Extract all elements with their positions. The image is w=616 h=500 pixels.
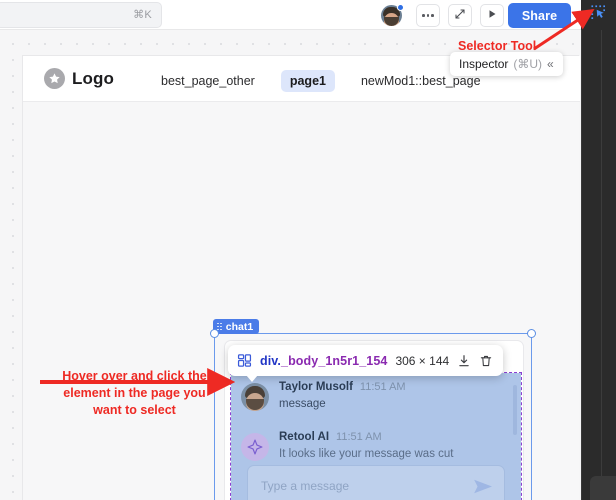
resize-handle-top-right[interactable] <box>527 329 536 338</box>
star-icon <box>44 68 65 89</box>
inspector-selector-class: _body_1n5r1_154 <box>281 353 388 368</box>
message-text: message <box>279 398 326 410</box>
nav-item-best-page-other[interactable]: best_page_other <box>155 70 261 92</box>
inspector-selector-tag: div. <box>260 353 282 368</box>
expand-arrows-icon <box>454 7 466 25</box>
presence-dot-icon <box>397 4 404 11</box>
top-toolbar: ⌘K Share <box>0 0 616 30</box>
inspector-popover[interactable]: div._body_1n5r1_154 306 × 144 <box>228 345 504 382</box>
chat-scrollbar[interactable] <box>513 385 517 435</box>
message-time: 11:51 AM <box>336 431 382 443</box>
tooltip-shortcut: (⌘U) <box>513 57 543 71</box>
inspector-dimensions: 306 × 144 <box>395 353 450 368</box>
more-options-button[interactable] <box>416 4 440 27</box>
chat-message-2: Retool AI 11:51 AM It looks like your me… <box>241 431 454 461</box>
avatar <box>241 383 269 411</box>
trash-icon[interactable] <box>479 354 493 368</box>
app-page: Logo best_page_other page1 newMod1::best… <box>22 55 580 500</box>
send-arrow-icon[interactable] <box>473 478 494 500</box>
app-root: Logo best_page_other page1 newMod1::best… <box>0 0 616 500</box>
message-time: 11:51 AM <box>359 381 406 393</box>
message-text: It looks like your message was cut <box>279 448 454 460</box>
share-button[interactable]: Share <box>508 3 571 28</box>
chevron-collapse-icon[interactable]: « <box>547 57 554 71</box>
drag-handle-icon[interactable] <box>217 322 222 331</box>
play-icon <box>486 7 498 25</box>
rail-bottom-chip[interactable] <box>590 476 616 500</box>
chat-input-placeholder: Type a message <box>261 479 350 493</box>
widget-tag[interactable]: chat1 <box>213 319 260 334</box>
tooltip-title: Inspector <box>459 57 509 71</box>
chat-message-input[interactable]: Type a message <box>247 465 505 500</box>
search-input[interactable]: ⌘K <box>0 2 162 28</box>
annotation-hover-instruction: Hover over and click the element in the … <box>62 369 207 417</box>
resize-handle-top-left[interactable] <box>210 329 219 338</box>
right-panel-rail <box>581 30 616 500</box>
select-parent-icon[interactable] <box>457 354 471 368</box>
inspector-selector: div._body_1n5r1_154 <box>260 354 387 368</box>
message-author: Taylor Musolf <box>279 381 353 393</box>
logo-text: Logo <box>72 68 114 88</box>
chat-message-1: Taylor Musolf 11:51 AM message <box>241 381 406 411</box>
ellipsis-icon <box>422 14 434 17</box>
inspector-tooltip[interactable]: Inspector (⌘U) « <box>450 52 563 76</box>
preview-run-button[interactable] <box>480 4 504 27</box>
selector-tool-button[interactable] <box>581 0 616 30</box>
page-nav: best_page_other page1 newMod1::best_page <box>155 70 487 92</box>
message-author: Retool AI <box>279 431 330 443</box>
chat-body-highlight[interactable]: Taylor Musolf 11:51 AM message Retool AI… <box>230 372 522 500</box>
popover-caret <box>246 375 258 382</box>
search-shortcut-hint: ⌘K <box>133 9 152 21</box>
expand-button[interactable] <box>448 4 472 27</box>
rail-divider <box>601 30 602 500</box>
annotation-selector-tool: Selector Tool <box>458 39 537 53</box>
selector-tool-icon <box>590 4 607 26</box>
widget-tag-label: chat1 <box>225 320 254 333</box>
ai-sparkle-icon <box>241 433 269 461</box>
editor-canvas[interactable]: Logo best_page_other page1 newMod1::best… <box>0 30 581 500</box>
logo[interactable]: Logo <box>44 68 114 89</box>
layout-grid-icon[interactable] <box>237 353 252 368</box>
nav-item-page1[interactable]: page1 <box>280 70 335 92</box>
